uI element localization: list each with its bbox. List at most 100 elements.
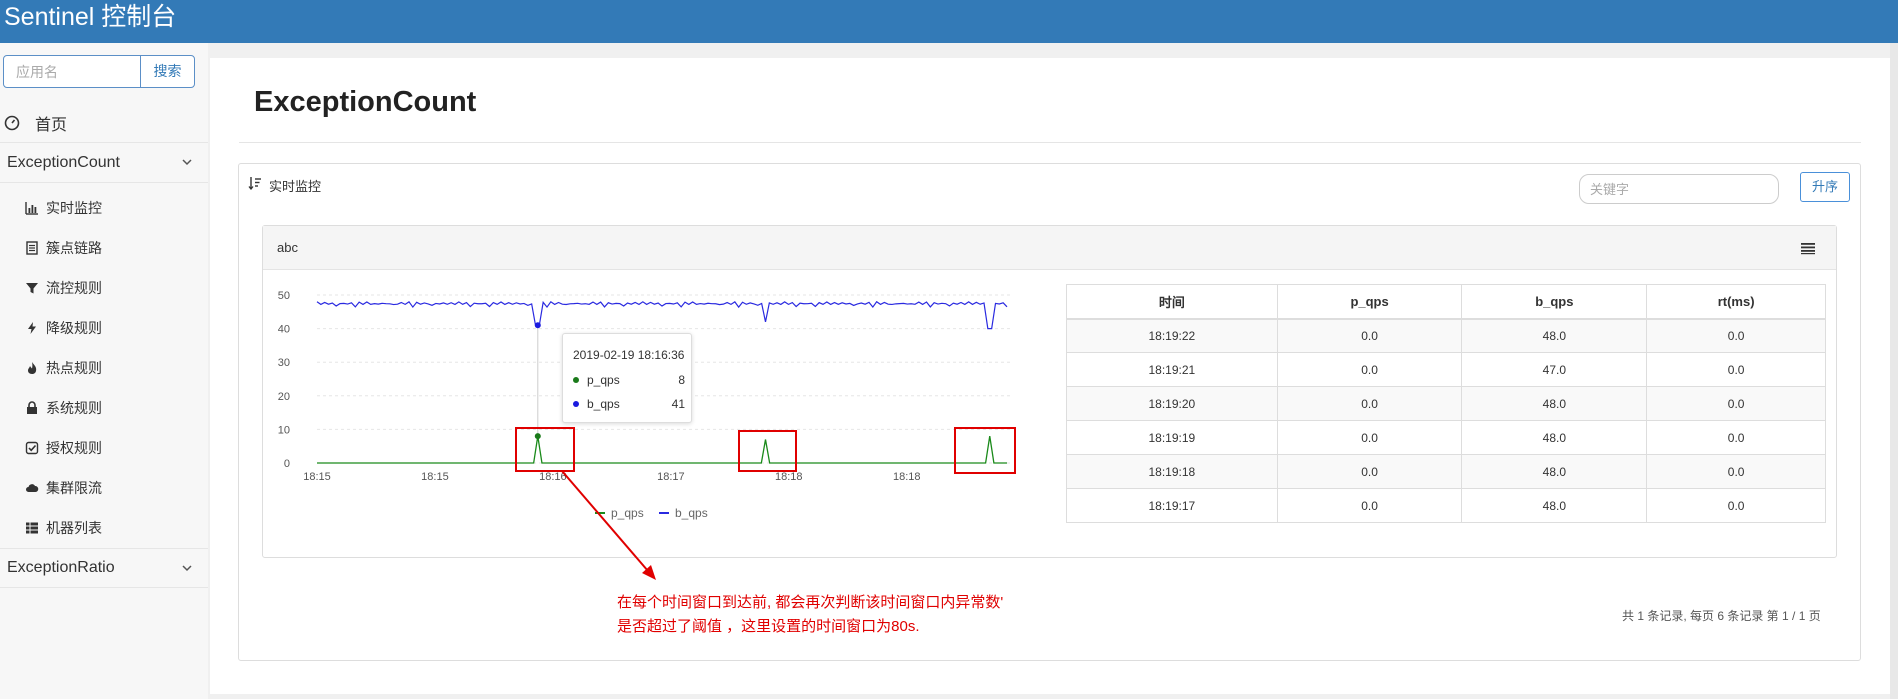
keyword-search-input[interactable] xyxy=(1579,174,1779,204)
x-tick-label: 18:15 xyxy=(421,471,449,483)
sidebar-item-system-rules[interactable]: 系统规则 xyxy=(0,388,208,428)
column-header-p-qps: p_qps xyxy=(1276,284,1463,320)
table-row: 18:19:18 0.0 48.0 0.0 xyxy=(1066,454,1826,489)
table-cell: 0.0 xyxy=(1646,454,1826,489)
metrics-table: 时间 p_qps b_qps rt(ms) 18:19:22 0.0 48.0 … xyxy=(1066,284,1826,523)
sidebar-item-home[interactable]: 首页 xyxy=(0,103,208,143)
chevron-down-icon xyxy=(182,159,192,166)
x-tick-label: 18:17 xyxy=(657,471,685,483)
annotation-line-2: 是否超过了阈值 ，这里设置的时间窗口为80s. xyxy=(617,618,920,635)
resource-card-header xyxy=(263,226,1836,270)
table-cell: 0.0 xyxy=(1276,488,1463,523)
panel-title: 实时监控 xyxy=(269,179,322,194)
sort-list-icon xyxy=(248,177,261,190)
sidebar-item-flow-rules[interactable]: 流控规则 xyxy=(0,268,208,308)
sidebar-item-auth-rules[interactable]: 授权规则 xyxy=(0,428,208,468)
table-cell: 0.0 xyxy=(1646,420,1826,455)
table-row: 18:19:21 0.0 47.0 0.0 xyxy=(1066,352,1826,387)
table-cell: 48.0 xyxy=(1461,386,1648,421)
y-axis-labels: 50 40 30 20 10 0 xyxy=(278,290,290,470)
table-cell: 18:19:21 xyxy=(1066,352,1278,387)
x-tick-label: 18:16 xyxy=(539,471,567,483)
annotation-line-1: 在每个时间窗口到达前, 都会再次判断该时间窗口内异常数' xyxy=(617,594,1004,611)
sidebar-item-label: 簇点链路 xyxy=(46,240,102,256)
table-cell: 48.0 xyxy=(1461,454,1648,489)
table-cell: 0.0 xyxy=(1276,454,1463,489)
x-axis-labels: 18:15 18:15 18:16 18:17 18:18 18:18 xyxy=(303,471,920,483)
table-cell: 0.0 xyxy=(1276,420,1463,455)
series-dot-icon xyxy=(573,377,579,383)
y-tick-label: 40 xyxy=(278,324,290,336)
column-header-b-qps: b_qps xyxy=(1461,284,1648,320)
hover-point-b-qps xyxy=(534,322,541,329)
sidebar-item-cluster-flow[interactable]: 集群限流 xyxy=(0,468,208,508)
app-title[interactable]: Sentinel 控制台 xyxy=(4,2,176,32)
fire-icon xyxy=(24,360,40,376)
chart-legend[interactable]: p_qps b_qps xyxy=(595,506,708,520)
table-cell: 0.0 xyxy=(1646,352,1826,387)
page-scrollbar[interactable] xyxy=(1890,43,1898,699)
filter-icon xyxy=(24,280,40,296)
table-cell: 47.0 xyxy=(1461,352,1648,387)
table-cell: 18:19:22 xyxy=(1066,318,1278,353)
series-line-b-qps xyxy=(316,300,1008,330)
hover-point-p-qps xyxy=(534,433,541,440)
sidebar-item-label: 机器列表 xyxy=(46,520,102,536)
app-search-input[interactable] xyxy=(3,55,141,88)
tooltip-row-b-qps: b_qps 41 xyxy=(573,397,685,413)
sidebar-group-exceptionratio[interactable]: ExceptionRatio xyxy=(0,548,208,588)
sidebar-item-label: 首页 xyxy=(35,116,68,134)
table-row: 18:19:19 0.0 48.0 0.0 xyxy=(1066,420,1826,455)
table-cell: 0.0 xyxy=(1646,318,1826,353)
table-cell: 48.0 xyxy=(1461,318,1648,353)
y-tick-label: 50 xyxy=(278,290,290,302)
sidebar-item-label: 授权规则 xyxy=(46,440,102,456)
tooltip-series-name: b_qps xyxy=(587,397,620,411)
search-button[interactable]: 搜索 xyxy=(140,55,195,88)
sidebar-group-exceptioncount[interactable]: ExceptionCount xyxy=(0,143,208,183)
lock-icon xyxy=(24,400,40,416)
bar-chart-icon xyxy=(24,200,40,216)
sidebar-item-degrade-rules[interactable]: 降级规则 xyxy=(0,308,208,348)
table-cell: 0.0 xyxy=(1646,386,1826,421)
table-row: 18:19:20 0.0 48.0 0.0 xyxy=(1066,386,1826,421)
table-cell: 0.0 xyxy=(1276,386,1463,421)
dashboard-icon xyxy=(3,114,21,132)
sidebar-item-realtime-monitor[interactable]: 实时监控 xyxy=(0,188,208,228)
sidebar-item-hotspot-rules[interactable]: 热点规则 xyxy=(0,348,208,388)
series-line-p-qps xyxy=(317,436,1007,464)
y-tick-label: 0 xyxy=(284,458,290,470)
sidebar-group-label: ExceptionRatio xyxy=(7,559,115,576)
sidebar-item-machine-list[interactable]: 机器列表 xyxy=(0,508,208,548)
sidebar: 搜索 首页 ExceptionCount 实时监控 簇点链路 流控规则 降级规则 xyxy=(0,43,208,699)
legend-label-p-qps[interactable]: p_qps xyxy=(611,506,644,520)
top-bar: Sentinel 控制台 xyxy=(0,0,1898,43)
legend-label-b-qps[interactable]: b_qps xyxy=(675,506,708,520)
x-tick-label: 18:15 xyxy=(303,471,331,483)
table-cell: 0.0 xyxy=(1276,352,1463,387)
chevron-down-icon xyxy=(182,565,192,572)
x-tick-label: 18:18 xyxy=(893,471,921,483)
sort-ascending-button[interactable]: 升序 xyxy=(1800,172,1850,202)
pagination-info: 共 1 条记录, 每页 6 条记录 第 1 / 1 页 xyxy=(1622,609,1821,623)
title-divider xyxy=(239,142,1861,143)
x-tick-label: 18:18 xyxy=(775,471,803,483)
chart-tooltip: 2019-02-19 18:16:36 p_qps 8 b_qps 41 xyxy=(562,333,692,423)
table-row: 18:19:22 0.0 48.0 0.0 xyxy=(1066,318,1826,353)
table-cell: 48.0 xyxy=(1461,420,1648,455)
table-cell: 0.0 xyxy=(1276,318,1463,353)
resource-name: abc xyxy=(277,240,298,255)
menu-icon[interactable] xyxy=(1800,241,1816,255)
table-cell: 0.0 xyxy=(1646,488,1826,523)
sidebar-item-cluster-link[interactable]: 簇点链路 xyxy=(0,228,208,268)
y-tick-label: 20 xyxy=(278,391,290,403)
column-header-time: 时间 xyxy=(1066,284,1278,320)
table-row: 18:19:17 0.0 48.0 0.0 xyxy=(1066,488,1826,523)
annotation-note: 在每个时间窗口到达前, 都会再次判断该时间窗口内异常数' 是否超过了阈值 ，这里… xyxy=(617,591,1057,639)
sidebar-item-label: 热点规则 xyxy=(46,360,102,376)
series-dot-icon xyxy=(573,401,579,407)
grid-icon xyxy=(24,520,40,536)
tooltip-row-p-qps: p_qps 8 xyxy=(573,373,685,389)
tooltip-time: 2019-02-19 18:16:36 xyxy=(573,348,685,362)
bolt-icon xyxy=(24,320,40,336)
